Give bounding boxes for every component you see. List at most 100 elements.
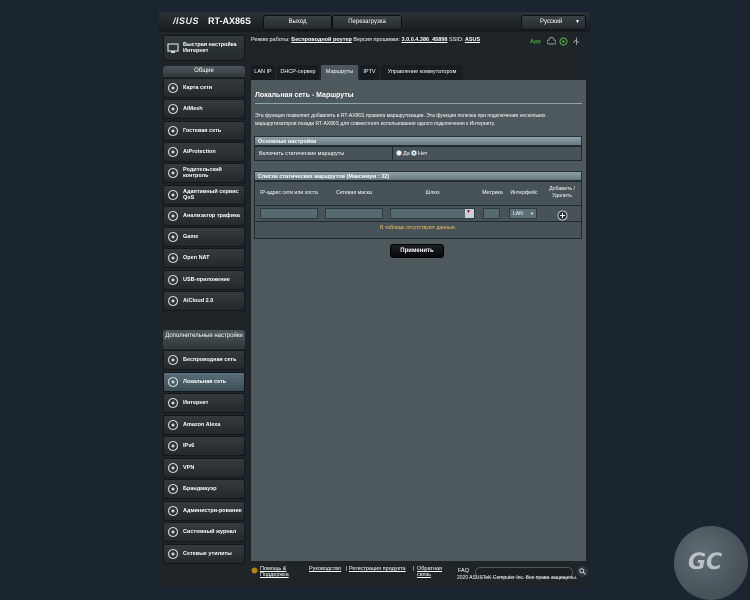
globe-icon [167, 397, 179, 409]
tab-switch-control[interactable]: Управление коммутатором [381, 65, 463, 80]
add-route-icon[interactable] [557, 208, 568, 226]
ip-address-input[interactable] [260, 208, 318, 219]
open-nat-icon [167, 252, 179, 264]
column-header-gateway: Шлюз [425, 190, 440, 196]
static-routes-list-header: Список статических маршрутов (Максимум :… [254, 171, 582, 181]
sidebar-item-tools[interactable]: Сетевые утилиты [163, 543, 245, 564]
column-header-add-delete: Добавить / Удалить [549, 186, 575, 199]
sidebar-item-qos[interactable]: Адаптивный сервис QoS [163, 184, 245, 205]
site-watermark: GC [674, 526, 748, 600]
search-button[interactable] [577, 566, 588, 577]
sidebar-item-label: VPN [183, 464, 195, 471]
column-header-interface: Интерфейс [510, 190, 538, 196]
mode-link[interactable]: Беспроводной роутер [291, 37, 352, 43]
app-link[interactable]: App [530, 39, 541, 45]
sidebar-item-label: AiProtection [183, 148, 216, 155]
sidebar-item-label: Анализатор трафика [183, 212, 240, 219]
asus-logo: /ISUS [173, 16, 200, 26]
main-panel: Локальная сеть - Маршруты Эта функция по… [251, 80, 586, 561]
sidebar-item-label: IPv6 [183, 443, 195, 449]
top-bar: /ISUS RT-AX86S Выход Перезагрузка Русски… [159, 12, 590, 32]
firmware-label: Версия прошивки: [353, 37, 400, 43]
sidebar-item-label: Сетевые утилиты [183, 550, 232, 557]
sidebar-item-syslog[interactable]: Системный журнал [163, 522, 245, 542]
ssid-label: SSID: [448, 37, 464, 43]
sidebar-item-gamepad[interactable]: Game [163, 227, 245, 248]
sidebar-item-aimesh[interactable]: AiMesh [163, 99, 245, 120]
static-routes-table: IP-адрес сети или хоста Сетевая маска Шл… [254, 181, 582, 239]
sidebar-item-label: Гостевая сеть [183, 127, 222, 134]
search-icon [579, 568, 586, 575]
sidebar-item-traffic-analyzer[interactable]: Анализатор трафика [163, 205, 245, 226]
guest-network-icon [167, 125, 179, 137]
metric-input[interactable] [483, 208, 500, 219]
feedback-link[interactable]: Обратная связь [417, 566, 447, 578]
language-select[interactable]: Русский ▼ [521, 15, 586, 30]
apply-button[interactable]: Применить [390, 244, 444, 258]
traffic-analyzer-icon [167, 210, 179, 222]
tab-routes[interactable]: Маршруты [321, 65, 358, 80]
sidebar-item-label: USB-приложение [183, 276, 230, 283]
sidebar-item-network-map[interactable]: Карта сети [163, 78, 245, 98]
sidebar-item-guest-network[interactable]: Гостевая сеть [163, 120, 245, 141]
interface-value: LAN [513, 211, 523, 217]
firmware-link[interactable]: 3.0.0.4.386_45898 [402, 37, 448, 43]
sidebar-item-label: Беспроводная сеть [183, 357, 237, 363]
sidebar-item-usb[interactable]: USB-приложение [163, 269, 245, 290]
sidebar-item-admin[interactable]: Администри-рование [163, 500, 245, 521]
divider [392, 147, 393, 160]
sidebar-item-label: Родительский контроль [183, 167, 222, 180]
sidebar-item-alexa[interactable]: Amazon Alexa [163, 414, 245, 435]
tools-icon [167, 548, 179, 560]
network-status-icon[interactable] [559, 37, 568, 48]
sidebar-item-label: AiCloud 2.0 [183, 298, 214, 304]
radio-no[interactable] [411, 150, 417, 156]
sidebar-item-wireless[interactable]: Беспроводная сеть [163, 350, 245, 370]
sidebar-item-label: Локальная сеть [183, 378, 227, 385]
manual-link[interactable]: Руководство [309, 566, 341, 572]
netmask-input[interactable] [325, 208, 383, 219]
sidebar-item-label: Карта сети [183, 85, 213, 91]
syslog-icon [167, 526, 179, 538]
radio-yes[interactable] [396, 150, 402, 156]
usb-status-icon[interactable] [572, 37, 581, 48]
sidebar-item-label: Системный журнал [183, 529, 237, 535]
cloud-status-icon[interactable] [546, 37, 557, 47]
ssid-link[interactable]: ASUS [465, 37, 480, 43]
sidebar-item-quick-setup[interactable]: Быстрая настройка Интернет [163, 35, 245, 61]
sidebar-item-parental-control[interactable]: Родительский контроль [163, 163, 245, 184]
sidebar-item-firewall[interactable]: Брандмауэр [163, 479, 245, 499]
sidebar-item-open-nat[interactable]: Open NAT [163, 248, 245, 269]
logout-button[interactable]: Выход [263, 15, 332, 30]
tab-dhcp-server[interactable]: DHCP-сервер [277, 65, 319, 80]
column-header-metric: Метрика [482, 190, 503, 196]
sidebar-item-cloud[interactable]: AiCloud 2.0 [163, 291, 245, 311]
sidebar-item-label: AiMesh [183, 106, 203, 113]
firewall-icon [167, 483, 179, 495]
interface-select[interactable]: LAN ▼ [509, 208, 537, 219]
tab-iptv[interactable]: IPTV [360, 65, 379, 80]
product-registration-link[interactable]: Регистрация продукта [349, 566, 406, 572]
qos-icon [167, 189, 179, 201]
column-header-netmask: Сетевая маска [336, 190, 372, 196]
wireless-icon [167, 354, 179, 366]
sidebar-item-lan[interactable]: Локальная сеть [163, 371, 245, 392]
help-support-link[interactable]: Помощь & Поддержка [260, 566, 298, 578]
sidebar-item-globe[interactable]: Интернет [163, 393, 245, 413]
sidebar-item-shield[interactable]: AiProtection [163, 141, 245, 162]
page-title: Локальная сеть - Маршруты [255, 92, 354, 99]
sidebar-item-vpn[interactable]: VPN [163, 457, 245, 478]
general-section-header: Общие [163, 66, 245, 77]
enable-static-routes-label: Включить статические маршруты [259, 151, 345, 157]
sidebar-item-ipv6[interactable]: IPv6 [163, 436, 245, 456]
reboot-button[interactable]: Перезагрузка [332, 15, 402, 30]
advanced-section-header: Дополнительные настройки [163, 330, 245, 349]
vpn-icon [167, 462, 179, 474]
dropdown-button[interactable]: ▼ [465, 209, 474, 218]
table-header-row: IP-адрес сети или хоста Сетевая маска Шл… [255, 182, 581, 205]
usb-icon [167, 274, 179, 286]
model-name: RT-AX86S [208, 16, 252, 26]
gateway-select[interactable]: ▼ [390, 208, 475, 219]
tab-lan-ip[interactable]: LAN IP [251, 65, 275, 80]
empty-table-message: В таблице отсутствуют данные. [379, 225, 457, 231]
